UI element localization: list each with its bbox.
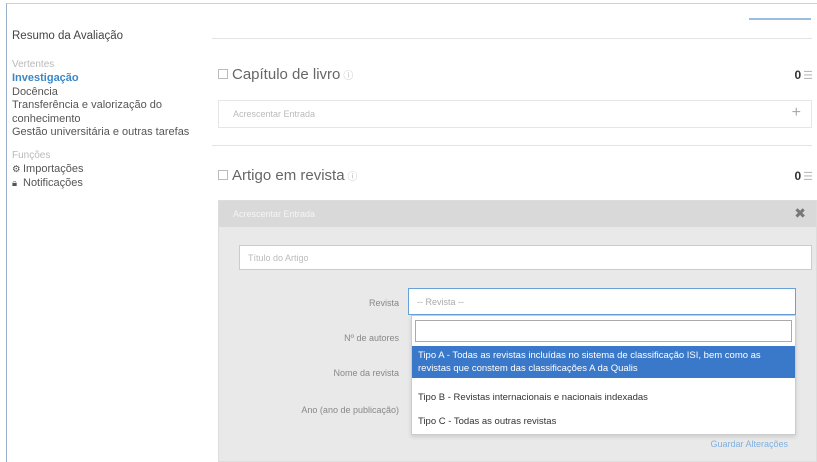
label-autores: Nº de autores [344,333,399,343]
sidebar-item-gestao[interactable]: Gestão universitária e outras tarefas [12,126,192,140]
panel-header: Acrescentar Entrada ✖ [219,201,816,227]
sidebar-item-notificacoes[interactable]: 🔒︎ Notificações [12,177,192,191]
sidebar-section-vertentes: Vertentes [12,58,55,70]
revista-select-value: -- Revista -- [417,297,464,307]
entry-panel: Acrescentar Entrada ✖ Título do Artigo R… [218,200,817,462]
info-icon: ⓘ [343,71,354,82]
sidebar: Resumo da Avaliação Vertentes Investigaç… [12,30,192,190]
section-title-capitulo[interactable]: Capítulo de livro ⓘ [218,66,353,83]
section-count: 0 ☰ [794,169,813,183]
sidebar-item-docencia[interactable]: Docência [12,86,192,100]
divider [212,38,812,39]
add-entry-row-capitulo[interactable]: Acrescentar Entrada + [218,100,812,128]
top-progress-line [749,18,811,20]
section-count-value: 0 [794,169,802,183]
sidebar-title[interactable]: Resumo da Avaliação [12,30,192,44]
label-revista: Revista [368,298,399,308]
section-title-artigo[interactable]: Artigo em revista ⓘ [218,167,358,184]
info-icon: ⓘ [347,172,358,183]
checkbox-icon [218,170,228,180]
section-count: 0 ☰ [794,68,813,82]
save-changes-link[interactable]: Guardar Alterações [710,439,788,449]
sidebar-item-investigacao[interactable]: Investigação [12,72,192,86]
dropdown-option-tipo-a[interactable]: Tipo A - Todas as revistas incluídas no … [412,346,795,378]
section-count-value: 0 [794,68,802,82]
revista-select[interactable]: -- Revista -- [408,288,796,315]
plus-icon[interactable]: + [792,104,801,122]
dropdown-option-tipo-c[interactable]: Tipo C - Todas as outras revistas [412,415,795,428]
sidebar-item-label: Notificações [23,176,83,189]
label-nome-revista: Nome da revista [333,368,399,378]
sidebar-item-importacoes[interactable]: ⚙ Importações [12,163,192,177]
close-icon[interactable]: ✖ [794,205,806,222]
article-title-placeholder: Título do Artigo [248,253,309,263]
revista-dropdown: Tipo A - Todas as revistas incluídas no … [411,315,796,435]
sidebar-section-funcoes: Funções [12,149,51,161]
checkbox-icon [218,69,228,79]
add-entry-label: Acrescentar Entrada [233,109,316,119]
sidebar-item-label: Importações [23,163,84,175]
section-title-text: Capítulo de livro [232,66,341,83]
main-content: Capítulo de livro ⓘ 0 ☰ Acrescentar Entrad… [212,0,817,462]
article-title-input[interactable]: Título do Artigo [239,245,812,270]
cog-icon: ⚙ [12,164,21,175]
section-title-text: Artigo em revista [232,167,345,184]
sidebar-item-transferencia[interactable]: Transferência e valorização do conhecime… [12,99,192,126]
list-icon: ☰ [803,171,813,183]
panel-header-label: Acrescentar Entrada [233,209,316,219]
label-ano: Ano (ano de publicação) [301,405,399,415]
dropdown-option-tipo-b[interactable]: Tipo B - Revistas internacionais e nacio… [412,391,795,404]
divider [212,145,812,146]
lock-icon: 🔒︎ [12,177,18,189]
dropdown-search-input[interactable] [415,320,792,342]
list-icon: ☰ [803,70,813,82]
